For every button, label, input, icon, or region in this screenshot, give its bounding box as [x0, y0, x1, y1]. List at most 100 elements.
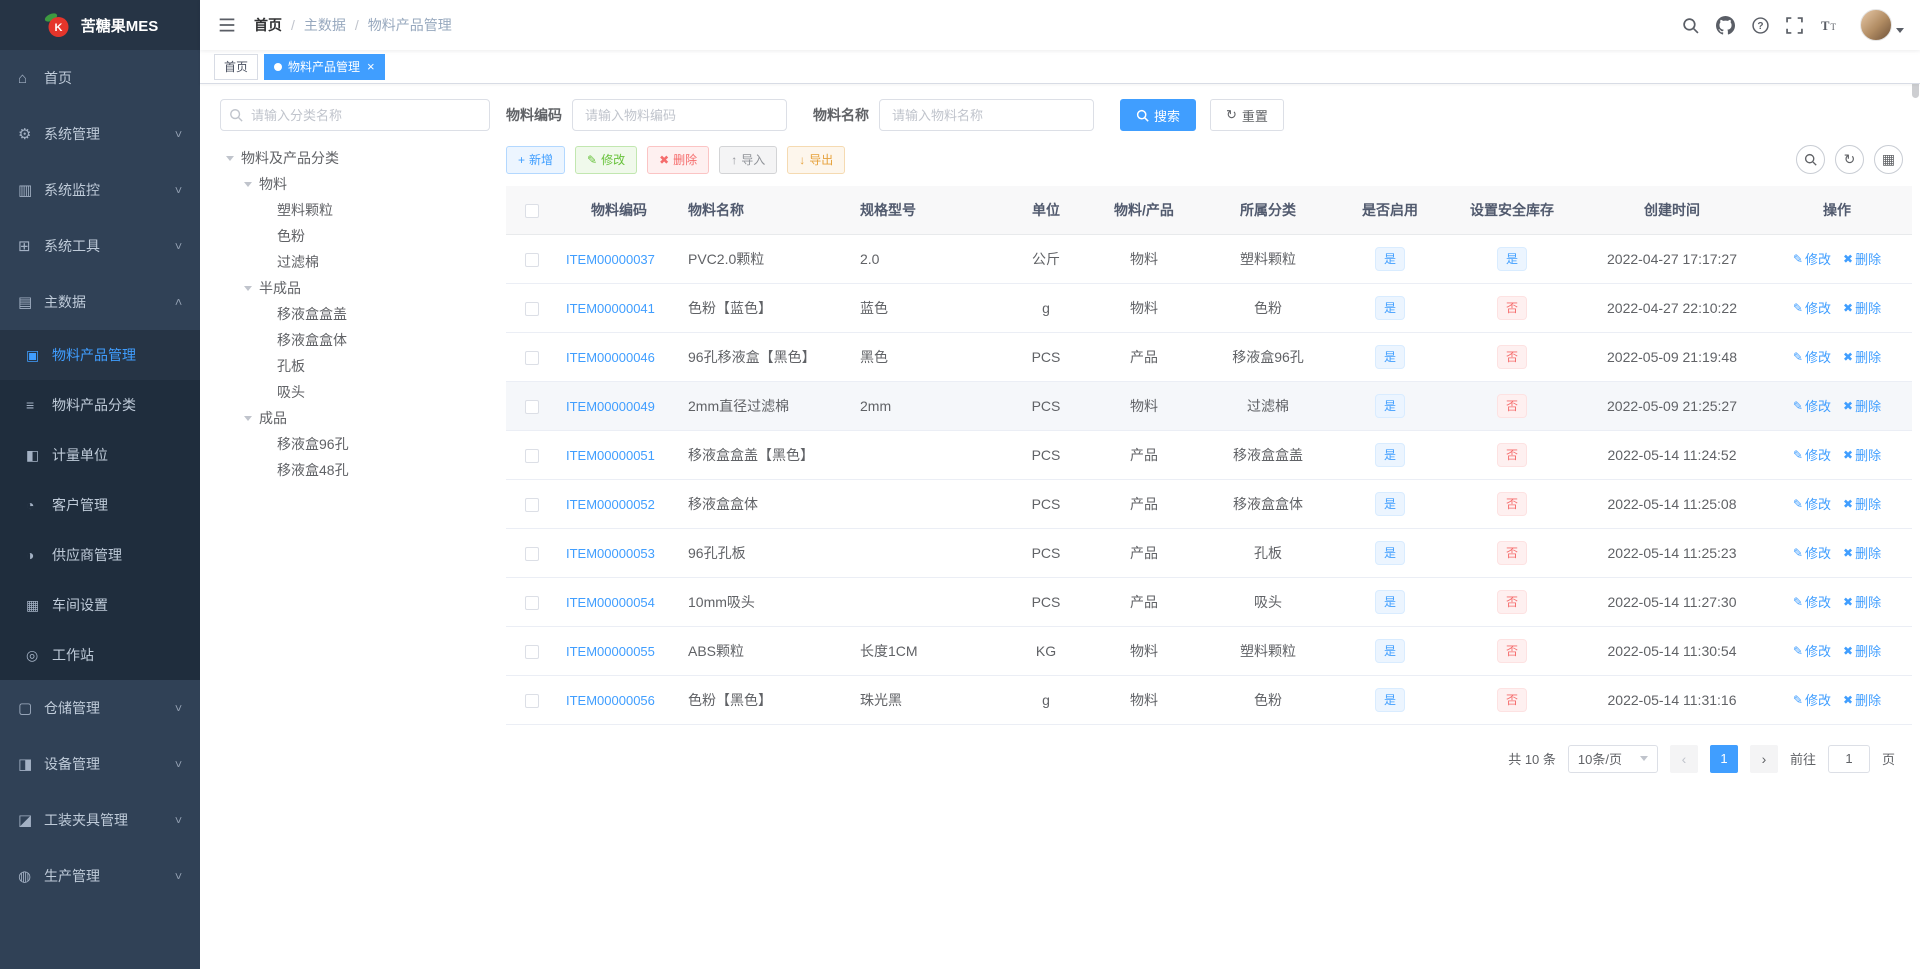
row-delete-button[interactable]: ✖ 删除: [1843, 494, 1881, 513]
prev-page-button[interactable]: ‹: [1669, 744, 1698, 773]
header-search-icon[interactable]: [1682, 17, 1699, 34]
sidebar-item-workstation[interactable]: ◎ 工作站: [0, 630, 200, 680]
row-checkbox[interactable]: [525, 693, 539, 708]
row-checkbox[interactable]: [525, 546, 539, 561]
tree-node-1[interactable]: 物料: [220, 171, 490, 197]
sidebar-item-system-mgmt[interactable]: ⚙ 系统管理 >: [0, 106, 200, 162]
font-size-icon[interactable]: TT: [1820, 17, 1839, 34]
sidebar-item-master-data[interactable]: ▤ 主数据 >: [0, 274, 200, 330]
sidebar-item-customer-mgmt[interactable]: ◔ 客户管理: [0, 480, 200, 530]
fullscreen-icon[interactable]: [1786, 16, 1803, 34]
sidebar-item-fixture-mgmt[interactable]: ◪ 工装夹具管理 >: [0, 792, 200, 848]
next-page-button[interactable]: ›: [1749, 744, 1778, 773]
material-code-link[interactable]: ITEM00000046: [566, 350, 655, 365]
row-edit-button[interactable]: ✎ 修改: [1793, 445, 1831, 464]
github-icon[interactable]: [1716, 15, 1735, 35]
row-edit-button[interactable]: ✎ 修改: [1793, 690, 1831, 709]
sidebar-item-material-product-mgmt[interactable]: ▣ 物料产品管理: [0, 330, 200, 380]
tree-node-8[interactable]: 孔板: [220, 353, 490, 379]
row-delete-button[interactable]: ✖ 删除: [1843, 641, 1881, 660]
material-code-link[interactable]: ITEM00000054: [566, 595, 655, 610]
search-button[interactable]: 搜索: [1120, 99, 1197, 131]
material-code-link[interactable]: ITEM00000052: [566, 497, 655, 512]
category-search-input[interactable]: [220, 99, 490, 131]
sidebar-item-warehouse-mgmt[interactable]: ▢ 仓储管理 >: [0, 680, 200, 736]
code-filter-input[interactable]: [572, 99, 787, 131]
tree-node-6[interactable]: 移液盒盒盖: [220, 301, 490, 327]
row-edit-button[interactable]: ✎ 修改: [1793, 249, 1831, 268]
sidebar-item-equipment-mgmt[interactable]: ◨ 设备管理 >: [0, 736, 200, 792]
sidebar-item-material-product-category[interactable]: ≡ 物料产品分类: [0, 380, 200, 430]
row-delete-button[interactable]: ✖ 删除: [1843, 396, 1881, 415]
tree-node-0[interactable]: 物料及产品分类: [220, 145, 490, 171]
row-edit-button[interactable]: ✎ 修改: [1793, 641, 1831, 660]
tree-node-3[interactable]: 色粉: [220, 223, 490, 249]
tree-node-12[interactable]: 移液盒48孔: [220, 457, 490, 483]
row-delete-button[interactable]: ✖ 删除: [1843, 592, 1881, 611]
row-edit-button[interactable]: ✎ 修改: [1793, 592, 1831, 611]
row-checkbox[interactable]: [525, 497, 539, 512]
tree-node-9[interactable]: 吸头: [220, 379, 490, 405]
user-menu[interactable]: [1860, 9, 1904, 41]
material-code-link[interactable]: ITEM00000041: [566, 301, 655, 316]
column-settings-icon[interactable]: ▦: [1874, 145, 1903, 174]
tree-node-5[interactable]: 半成品: [220, 275, 490, 301]
row-edit-button[interactable]: ✎ 修改: [1793, 494, 1831, 513]
page-1-button[interactable]: 1: [1709, 744, 1738, 773]
add-button[interactable]: + 新增: [506, 145, 566, 174]
help-icon[interactable]: ?: [1752, 16, 1769, 34]
sidebar-item-workshop-settings[interactable]: ▦ 车间设置: [0, 580, 200, 630]
row-checkbox[interactable]: [525, 399, 539, 414]
row-checkbox[interactable]: [525, 252, 539, 267]
delete-button[interactable]: ✖ 删除: [647, 145, 710, 174]
page-size-select[interactable]: 10条/页: [1567, 744, 1658, 773]
row-delete-button[interactable]: ✖ 删除: [1843, 690, 1881, 709]
row-delete-button[interactable]: ✖ 删除: [1843, 445, 1881, 464]
breadcrumb-item[interactable]: 主数据: [304, 15, 346, 35]
material-code-link[interactable]: ITEM00000053: [566, 546, 655, 561]
tree-node-10[interactable]: 成品: [220, 405, 490, 431]
material-code-link[interactable]: ITEM00000056: [566, 693, 655, 708]
sidebar-item-supplier-mgmt[interactable]: ◑ 供应商管理: [0, 530, 200, 580]
row-edit-button[interactable]: ✎ 修改: [1793, 396, 1831, 415]
sidebar-item-system-tools[interactable]: ⊞ 系统工具 >: [0, 218, 200, 274]
refresh-table-icon[interactable]: ↻: [1835, 145, 1864, 174]
tag-home[interactable]: 首页: [214, 53, 259, 80]
toggle-search-icon[interactable]: [1796, 145, 1825, 174]
import-button[interactable]: ↑ 导入: [719, 145, 778, 174]
export-button[interactable]: ↓ 导出: [787, 145, 846, 174]
select-all-checkbox[interactable]: [525, 203, 539, 218]
row-checkbox[interactable]: [525, 595, 539, 610]
row-delete-button[interactable]: ✖ 删除: [1843, 347, 1881, 366]
hamburger-icon[interactable]: [214, 12, 240, 38]
material-code-link[interactable]: ITEM00000051: [566, 448, 655, 463]
sidebar-item-measure-unit[interactable]: ◧ 计量单位: [0, 430, 200, 480]
row-edit-button[interactable]: ✎ 修改: [1793, 298, 1831, 317]
row-delete-button[interactable]: ✖ 删除: [1843, 298, 1881, 317]
tag-material-product[interactable]: 物料产品管理 ×: [264, 53, 385, 80]
row-checkbox[interactable]: [525, 301, 539, 316]
reset-button[interactable]: ↻ 重置: [1210, 99, 1284, 131]
row-delete-button[interactable]: ✖ 删除: [1843, 249, 1881, 268]
name-filter-input[interactable]: [879, 99, 1094, 131]
material-code-link[interactable]: ITEM00000055: [566, 644, 655, 659]
row-edit-button[interactable]: ✎ 修改: [1793, 347, 1831, 366]
sidebar-item-home[interactable]: ⌂ 首页: [0, 50, 200, 106]
row-checkbox[interactable]: [525, 448, 539, 463]
material-code-link[interactable]: ITEM00000037: [566, 252, 655, 267]
tree-node-4[interactable]: 过滤棉: [220, 249, 490, 275]
scrollbar[interactable]: [1912, 0, 1919, 969]
tree-node-2[interactable]: 塑料颗粒: [220, 197, 490, 223]
row-edit-button[interactable]: ✎ 修改: [1793, 543, 1831, 562]
breadcrumb-item[interactable]: 首页: [254, 15, 282, 35]
row-delete-button[interactable]: ✖ 删除: [1843, 543, 1881, 562]
logo[interactable]: K 苦糖果MES: [0, 0, 200, 50]
goto-page-input[interactable]: [1827, 744, 1870, 773]
sidebar-item-system-monitor[interactable]: ▥ 系统监控 >: [0, 162, 200, 218]
tree-node-7[interactable]: 移液盒盒体: [220, 327, 490, 353]
edit-button[interactable]: ✎ 修改: [575, 145, 638, 174]
tree-node-11[interactable]: 移液盒96孔: [220, 431, 490, 457]
row-checkbox[interactable]: [525, 644, 539, 659]
sidebar-item-production-mgmt[interactable]: ◍ 生产管理 >: [0, 848, 200, 904]
material-code-link[interactable]: ITEM00000049: [566, 399, 655, 414]
